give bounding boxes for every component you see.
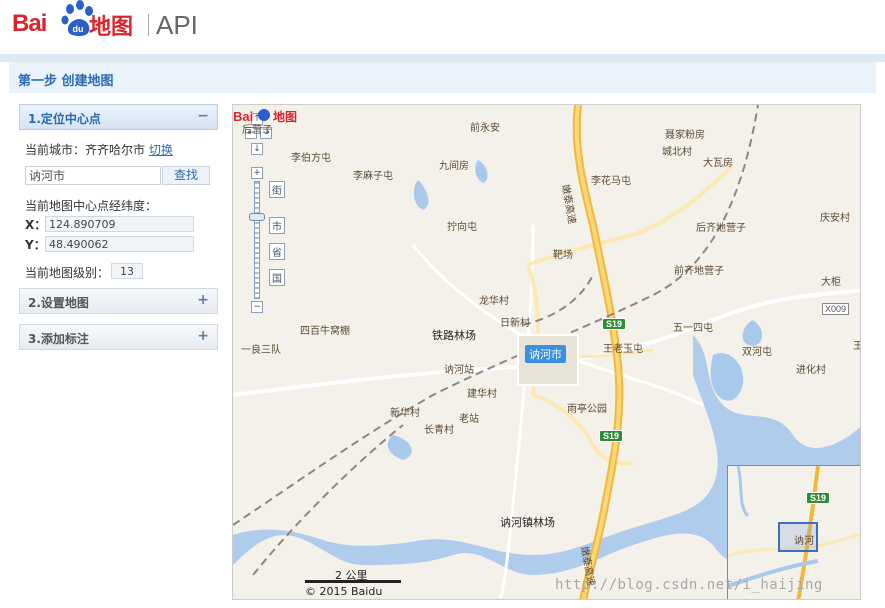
place-label: 前齐地营子 xyxy=(674,266,724,277)
place-label: 龙华村 xyxy=(479,296,509,307)
place-label: 日新村 xyxy=(500,318,530,329)
y-value-field[interactable]: 48.490062 xyxy=(45,236,194,252)
route-shield: S19 xyxy=(806,492,831,504)
place-label: 李伯方屯 xyxy=(291,153,331,164)
zoom-level-field[interactable]: 13 xyxy=(111,263,143,279)
place-label: 前永安 xyxy=(470,123,500,134)
zoom-tag-province[interactable]: 省 xyxy=(269,243,285,260)
expand-icon[interactable]: + xyxy=(197,328,209,344)
place-label: 五一四屯 xyxy=(673,323,713,334)
x-value-field[interactable]: 124.890709 xyxy=(45,216,194,232)
scale-bar xyxy=(305,580,401,583)
place-label: 靶场 xyxy=(553,250,573,261)
place-label: 一良三队 xyxy=(241,345,281,356)
zoom-in-icon[interactable]: + xyxy=(251,167,263,179)
place-label: 四百牛窝棚 xyxy=(300,326,350,337)
place-label: 讷河镇林场 xyxy=(500,516,555,529)
place-label: 城北村 xyxy=(662,147,692,158)
place-label: 李花马屯 xyxy=(591,176,631,187)
zoom-slider-handle[interactable] xyxy=(249,213,265,221)
header-band xyxy=(0,54,885,62)
logo-api-text: API xyxy=(156,10,198,40)
route-shield: S19 xyxy=(599,430,624,442)
center-coord-label: 当前地图中心点经纬度： xyxy=(25,199,158,213)
logo-ditu-text: 地图 xyxy=(89,15,134,40)
place-label: 王 xyxy=(853,337,860,352)
zoom-tag-city[interactable]: 市 xyxy=(269,217,285,234)
baidu-map-logo: Bai du 地图 API xyxy=(12,0,212,44)
zoom-level-label: 当前地图级别： xyxy=(25,266,110,280)
logo-bai-text: Bai xyxy=(12,10,47,37)
current-city-label: 当前城市：齐齐哈尔市 xyxy=(25,143,146,157)
place-label: 李麻子屯 xyxy=(353,171,393,182)
place-label: 拧向屯 xyxy=(447,222,477,233)
county-road-shield: X009 xyxy=(822,303,850,315)
zoom-out-icon[interactable]: − xyxy=(251,301,263,313)
expand-icon[interactable]: + xyxy=(197,292,209,308)
x-label: X： xyxy=(25,218,47,232)
svg-text:Bai: Bai xyxy=(233,109,253,124)
svg-text:地图: 地图 xyxy=(273,109,297,124)
logo-separator xyxy=(148,14,149,36)
place-label: 进化村 xyxy=(796,365,826,376)
section-label: 2.设置地图 xyxy=(28,296,89,310)
map-canvas[interactable]: ↑ ← → ↓ + − 街 市 省 国 后营子 前永安 聂家粉房 城北村 大瓦房… xyxy=(232,104,861,600)
zoom-tag-street[interactable]: 街 xyxy=(269,181,285,198)
place-label: 聂家粉房 xyxy=(665,130,705,141)
place-label: 长青村 xyxy=(424,425,454,436)
y-label: Y： xyxy=(25,238,46,252)
city-name-badge[interactable]: 讷河市 xyxy=(525,345,566,363)
route-shield: S19 xyxy=(602,318,627,330)
map-navigation-control: ↑ ← → ↓ + − 街 市 省 国 xyxy=(245,113,287,323)
place-label: 庆安村 xyxy=(820,213,850,224)
section-label: 3.添加标注 xyxy=(28,332,89,346)
place-label: 双河屯 xyxy=(742,347,772,358)
place-label: 大瓦房 xyxy=(703,158,733,169)
section-add-marker[interactable]: 3.添加标注 + xyxy=(19,324,218,350)
section-locate-center[interactable]: 1.定位中心点 − xyxy=(19,104,218,130)
collapse-icon[interactable]: − xyxy=(197,108,209,124)
place-label: 大柜 xyxy=(821,277,841,288)
section-map-settings[interactable]: 2.设置地图 + xyxy=(19,288,218,314)
place-label: 后齐地营子 xyxy=(696,223,746,234)
place-label: 九间房 xyxy=(439,161,469,172)
switch-city-link[interactable]: 切换 xyxy=(149,143,173,157)
city-search-input[interactable] xyxy=(25,166,161,185)
station-label: 讷河站 xyxy=(444,365,474,376)
pan-down-icon[interactable]: ↓ xyxy=(251,143,263,155)
map-baidu-logo-icon: Bai 地图 xyxy=(233,109,297,124)
svg-text:du: du xyxy=(73,24,84,34)
step-bar: 第一步 创建地图 xyxy=(9,62,876,93)
section-label: 1.定位中心点 xyxy=(28,112,101,126)
search-button[interactable]: 查找 xyxy=(162,166,210,185)
step-title: 第一步 创建地图 xyxy=(18,74,114,89)
park-label: 雨亭公园 xyxy=(567,404,607,415)
copyright-text: © 2015 Baidu xyxy=(305,585,383,598)
place-label: 新华村 xyxy=(390,408,420,419)
place-label: 建华村 xyxy=(467,389,497,400)
zoom-slider-track[interactable] xyxy=(254,181,260,299)
watermark-text: http://blog.csdn.net/i_haijing xyxy=(555,577,823,593)
place-label: 老站 xyxy=(459,414,479,425)
place-label: 王老玉屯 xyxy=(603,344,643,355)
zoom-tag-country[interactable]: 国 xyxy=(269,269,285,286)
place-label: 铁路林场 xyxy=(432,329,476,342)
current-city: 当前城市：齐齐哈尔市 切换 xyxy=(25,141,173,158)
map-scale: 2 公里 xyxy=(305,567,401,583)
overview-city-label: 讷河 xyxy=(794,536,814,547)
